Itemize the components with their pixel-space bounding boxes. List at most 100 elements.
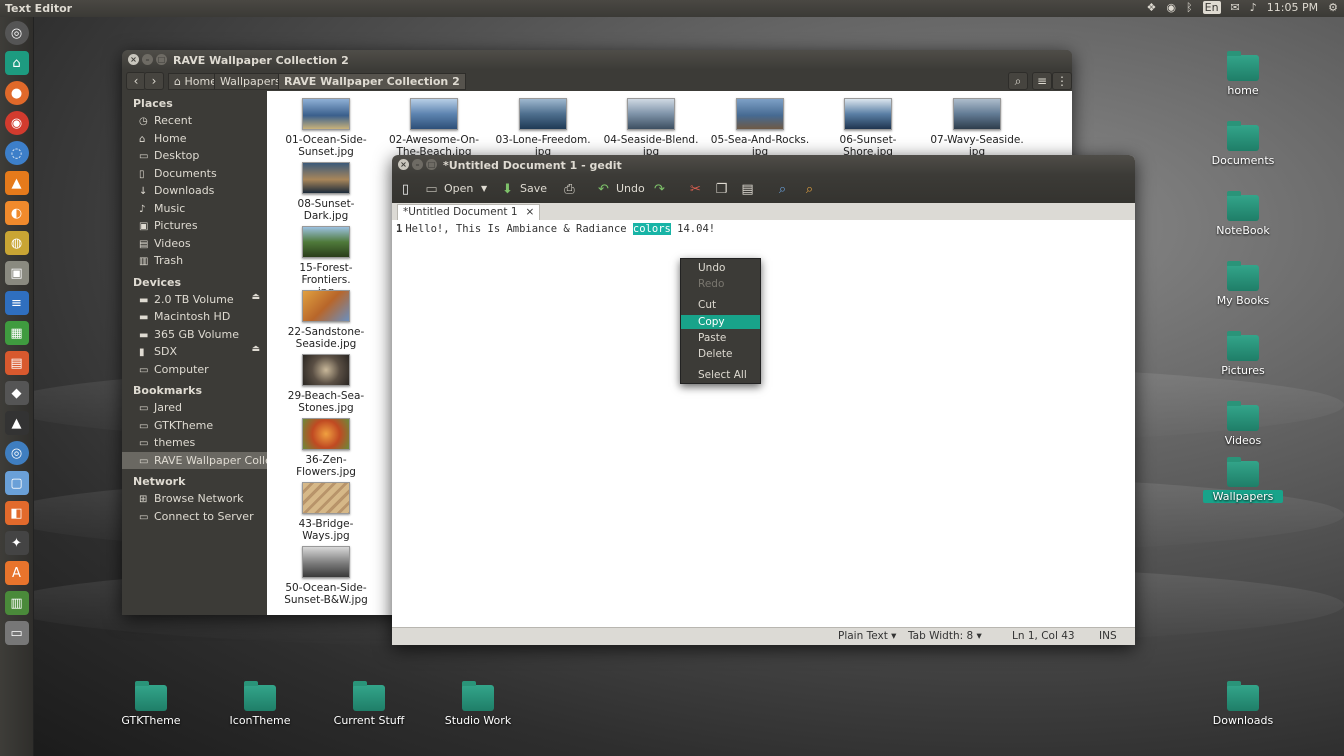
inkscape-icon[interactable]: ▲	[4, 411, 29, 435]
desktop-icon-downloads[interactable]: Downloads	[1203, 681, 1283, 727]
sidebar-item-browse-network[interactable]: ⊞ Browse Network	[122, 490, 267, 508]
menu-item-delete[interactable]: Delete	[681, 347, 760, 361]
file-manager-titlebar[interactable]: × – □ RAVE Wallpaper Collection 2	[122, 50, 1072, 70]
app-icon[interactable]: ◐	[4, 201, 29, 225]
desktop-icon-notebook[interactable]: NoteBook	[1203, 191, 1283, 237]
keyboard-layout[interactable]: En	[1202, 1, 1221, 14]
tab-untitled-document[interactable]: *Untitled Document 1 ×	[397, 204, 541, 220]
sidebar-item-volume-2tb[interactable]: ▬ 2.0 TB Volume ⏏	[122, 291, 267, 309]
eject-icon[interactable]: ⏏	[251, 344, 260, 354]
file-item[interactable]: 43-Bridge-Ways.jpg	[276, 479, 376, 542]
file-item[interactable]: 03-Lone-Freedom. jpg	[493, 95, 593, 158]
desktop-icon-gtktheme[interactable]: GTKTheme	[111, 681, 191, 727]
music-icon[interactable]: ◍	[4, 231, 29, 255]
redo-button[interactable]: ↷	[652, 180, 667, 198]
file-item[interactable]: 36-Zen-Flowers.jpg	[276, 415, 376, 478]
impress-icon[interactable]: ▤	[4, 351, 29, 375]
vlc-icon[interactable]: ▲	[4, 171, 29, 195]
sidebar-item-documents[interactable]: ▯ Documents	[122, 165, 267, 183]
minimize-icon[interactable]: –	[142, 54, 153, 65]
back-button[interactable]: ‹	[126, 72, 146, 90]
sidebar-item-jared[interactable]: ▭ Jared	[122, 399, 267, 417]
browser-icon[interactable]: ◌	[4, 141, 29, 165]
eject-icon[interactable]: ⏏	[251, 292, 260, 302]
text-editor-area[interactable]: 1 Hello!, This Is Ambiance & Radiance col…	[392, 220, 1135, 628]
firefox-icon[interactable]: ●	[4, 81, 29, 105]
sidebar-item-connect-server[interactable]: ▭ Connect to Server	[122, 508, 267, 526]
grid-view-icon[interactable]: ⋮	[1052, 72, 1072, 90]
file-item[interactable]: 22-Sandstone- Seaside.jpg	[276, 287, 376, 350]
forward-button[interactable]: ›	[144, 72, 164, 90]
sidebar-item-music[interactable]: ♪ Music	[122, 200, 267, 218]
chrome-icon[interactable]: ◉	[4, 111, 29, 135]
maximize-icon[interactable]: □	[156, 54, 167, 65]
sidebar-item-sdx[interactable]: ▮ SDX ⏏	[122, 343, 267, 361]
dropbox-icon[interactable]: ❖	[1147, 1, 1157, 14]
sidebar-item-trash[interactable]: ▥ Trash	[122, 252, 267, 270]
sidebar-item-themes[interactable]: ▭ themes	[122, 434, 267, 452]
menu-item-copy[interactable]: Copy	[681, 315, 760, 329]
bluetooth-icon[interactable]: ᛒ	[1186, 1, 1193, 14]
photos-icon[interactable]: ▣	[4, 261, 29, 285]
sidebar-item-videos[interactable]: ▤ Videos	[122, 235, 267, 253]
app-icon[interactable]: ✦	[4, 531, 29, 555]
sidebar-item-desktop[interactable]: ▭ Desktop	[122, 147, 267, 165]
breadcrumb-wallpapers[interactable]: Wallpapers	[214, 73, 287, 90]
list-view-icon[interactable]: ≡	[1032, 72, 1052, 90]
tab-width-selector[interactable]: Tab Width: 8 ▾	[908, 630, 982, 642]
copy-button[interactable]: ❐	[714, 180, 729, 198]
menu-item-undo[interactable]: Undo	[681, 261, 760, 275]
dash-icon[interactable]: ◎	[4, 21, 29, 45]
desktop-icon-icontheme[interactable]: IconTheme	[220, 681, 300, 727]
file-item[interactable]: 04-Seaside-Blend. jpg	[601, 95, 701, 158]
file-item[interactable]: 05-Sea-And-Rocks. jpg	[710, 95, 810, 158]
maximize-icon[interactable]: □	[426, 159, 437, 170]
desktop-icon-documents[interactable]: Documents	[1203, 121, 1283, 167]
print-button[interactable]: ⎙	[562, 180, 577, 198]
close-icon[interactable]: ×	[128, 54, 139, 65]
save-button[interactable]: ⬇ Save	[500, 180, 547, 198]
minimize-icon[interactable]: –	[412, 159, 423, 170]
cut-button[interactable]: ✂	[688, 180, 703, 198]
desktop-icon-current-stuff[interactable]: Current Stuff	[329, 681, 409, 727]
undo-button[interactable]: ↶ Undo	[596, 180, 645, 198]
calc-icon[interactable]: ▦	[4, 321, 29, 345]
sidebar-item-home[interactable]: ⌂ Home	[122, 130, 267, 148]
mail-icon[interactable]: ✉	[1231, 1, 1240, 14]
menu-item-cut[interactable]: Cut	[681, 298, 760, 312]
trash-icon[interactable]: ▭	[4, 621, 29, 645]
search-icon[interactable]: ⌕	[1008, 72, 1028, 90]
file-item[interactable]: 06-Sunset-Shore.jpg	[818, 95, 918, 158]
globe-icon[interactable]: ◎	[4, 441, 29, 465]
desktop-icon-studio-work[interactable]: Studio Work	[438, 681, 518, 727]
gear-icon[interactable]: ⚙	[1328, 1, 1338, 14]
clock[interactable]: 11:05 PM	[1267, 1, 1318, 14]
sidebar-item-rave-wallpaper[interactable]: ▭RAVE Wallpaper Colle...	[122, 451, 267, 469]
desktop-icon-wallpapers[interactable]: Wallpapers	[1203, 457, 1283, 503]
replace-button[interactable]: ⌕	[802, 180, 817, 198]
volume-icon[interactable]: ♪	[1250, 1, 1257, 14]
new-document-button[interactable]: ▯	[398, 180, 413, 198]
close-icon[interactable]: ×	[398, 159, 409, 170]
file-item[interactable]: 29-Beach-Sea- Stones.jpg	[276, 351, 376, 414]
desktop-icon-pictures[interactable]: Pictures	[1203, 331, 1283, 377]
gedit-titlebar[interactable]: × – □ *Untitled Document 1 - gedit	[392, 155, 1135, 175]
file-item[interactable]: 01-Ocean-Side- Sunset.jpg	[276, 95, 376, 158]
sidebar-item-computer[interactable]: ▭ Computer	[122, 361, 267, 379]
home-folder-icon[interactable]: ⌂	[4, 51, 29, 75]
sidebar-item-macintosh-hd[interactable]: ▬ Macintosh HD	[122, 308, 267, 326]
sidebar-item-pictures[interactable]: ▣ Pictures	[122, 217, 267, 235]
files-icon[interactable]: ▢	[4, 471, 29, 495]
sidebar-item-volume-365gb[interactable]: ▬ 365 GB Volume	[122, 326, 267, 344]
close-tab-icon[interactable]: ×	[526, 205, 535, 220]
language-selector[interactable]: Plain Text ▾	[838, 630, 896, 642]
desktop-icon-videos[interactable]: Videos	[1203, 401, 1283, 447]
file-item[interactable]: 02-Awesome-On- The-Beach.jpg	[384, 95, 484, 158]
open-recent-dropdown[interactable]: ▼	[481, 180, 487, 198]
open-button[interactable]: ▭ Open	[424, 180, 473, 198]
wifi-icon[interactable]: ◉	[1166, 1, 1176, 14]
sidebar-item-gtktheme[interactable]: ▭ GTKTheme	[122, 417, 267, 435]
app-icon[interactable]: ▥	[4, 591, 29, 615]
desktop-icon-home[interactable]: home	[1203, 51, 1283, 97]
sidebar-item-downloads[interactable]: ↓ Downloads	[122, 182, 267, 200]
